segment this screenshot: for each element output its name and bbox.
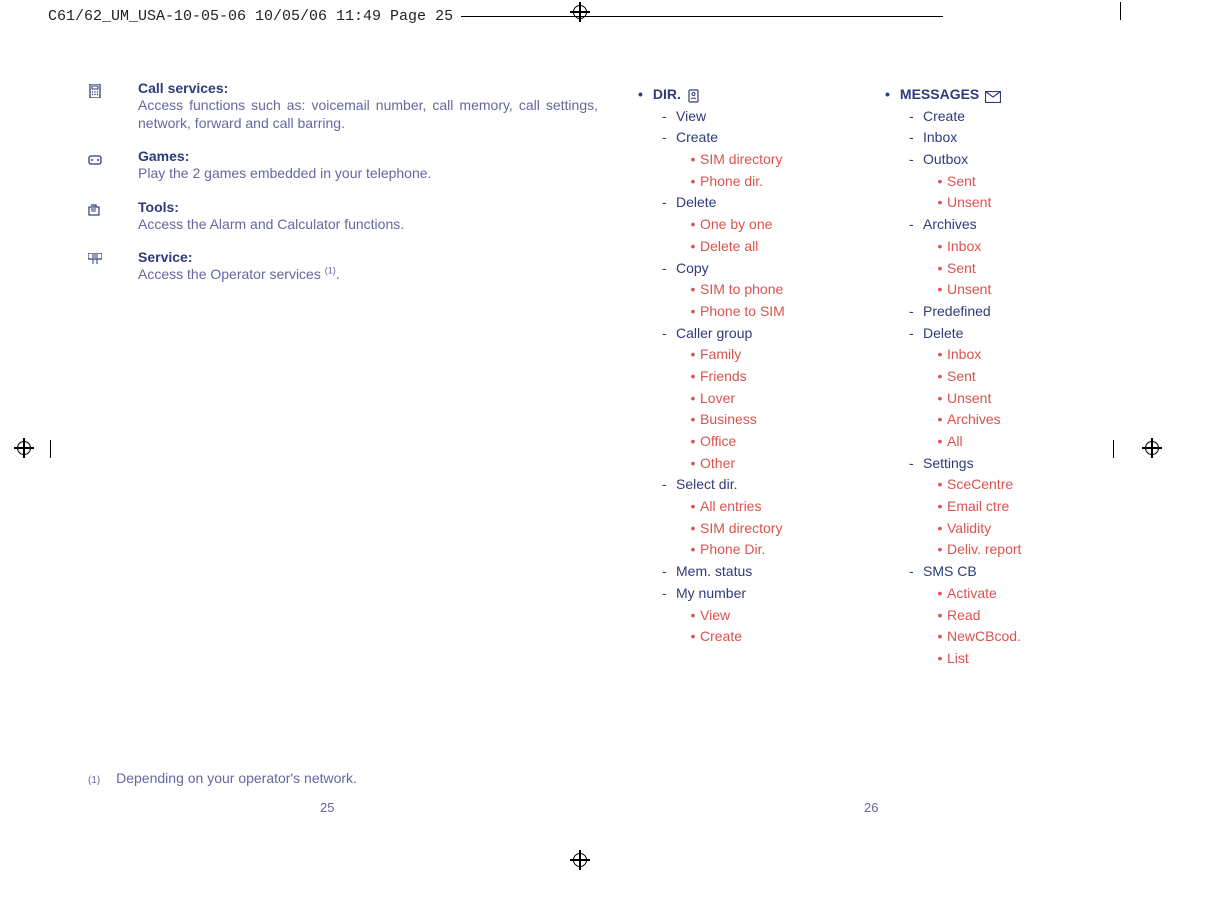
entry-title: Call services: bbox=[138, 80, 598, 96]
menu-subitem: •Unsent bbox=[885, 192, 1125, 214]
header-text: C61/62_UM_USA-10-05-06 10/05/06 11:49 Pa… bbox=[48, 8, 453, 25]
menu-subitem: •Archives bbox=[885, 409, 1125, 431]
menu-subitem: •Family bbox=[638, 344, 838, 366]
menu-subitem: •Validity bbox=[885, 518, 1125, 540]
menu-item: -Delete bbox=[885, 323, 1125, 345]
menu-subitem: •Inbox bbox=[885, 344, 1125, 366]
crop-mark-right-icon bbox=[1142, 438, 1162, 458]
footnote-marker: (1) bbox=[88, 775, 100, 786]
menu-subitem: •Phone to SIM bbox=[638, 301, 838, 323]
menu-title: • MESSAGES bbox=[885, 84, 1125, 106]
crop-tick-icon bbox=[50, 440, 51, 458]
menu-title-text: DIR. bbox=[653, 84, 681, 106]
menu-subitem: •Office bbox=[638, 431, 838, 453]
menu-item: -Archives bbox=[885, 214, 1125, 236]
menu-subitem: •All entries bbox=[638, 496, 838, 518]
menu-subitem: •Friends bbox=[638, 366, 838, 388]
entry-title: Service: bbox=[138, 249, 598, 265]
call-services-entry: Call services: Access functions such as:… bbox=[88, 80, 598, 132]
menu-item: -SMS CB bbox=[885, 561, 1125, 583]
menu-subitem: •NewCBcod. bbox=[885, 626, 1125, 648]
menu-subitem: •Phone Dir. bbox=[638, 539, 838, 561]
page-number-right: 26 bbox=[864, 800, 878, 815]
entry-desc: Access the Operator services (1). bbox=[138, 265, 598, 283]
bullet-icon: • bbox=[638, 84, 643, 106]
menu-subitem: •One by one bbox=[638, 214, 838, 236]
menu-item: -Select dir. bbox=[638, 474, 838, 496]
envelope-icon bbox=[985, 88, 999, 102]
footnote: (1) Depending on your operator's network… bbox=[88, 770, 357, 786]
menu-subitem: •List bbox=[885, 648, 1125, 670]
menu-subitem: •Unsent bbox=[885, 279, 1125, 301]
games-entry: Games: Play the 2 games embedded in your… bbox=[88, 148, 598, 182]
phone-ui-icon bbox=[88, 80, 116, 98]
menu-title: • DIR. bbox=[638, 84, 838, 106]
menu-subitem: •SIM to phone bbox=[638, 279, 838, 301]
menu-subitem: •Create bbox=[638, 626, 838, 648]
print-header: C61/62_UM_USA-10-05-06 10/05/06 11:49 Pa… bbox=[48, 8, 943, 25]
crop-mark-left-icon bbox=[14, 438, 34, 458]
page-number-left: 25 bbox=[320, 800, 334, 815]
crop-tick-top-right-icon bbox=[1120, 2, 1121, 20]
service-entry: Service: Access the Operator services (1… bbox=[88, 249, 598, 283]
left-column: Call services: Access functions such as:… bbox=[88, 80, 598, 299]
entry-title: Games: bbox=[138, 148, 598, 164]
menu-subitem: •Lover bbox=[638, 388, 838, 410]
menu-item: -Inbox bbox=[885, 127, 1125, 149]
menu-subitem: •Business bbox=[638, 409, 838, 431]
tools-entry: Tools: Access the Alarm and Calculator f… bbox=[88, 199, 598, 233]
menu-subitem: •Other bbox=[638, 453, 838, 475]
menu-item: -Caller group bbox=[638, 323, 838, 345]
menu-subitem: •Phone dir. bbox=[638, 171, 838, 193]
menu-item: -Create bbox=[638, 127, 838, 149]
menu-item: -Mem. status bbox=[638, 561, 838, 583]
messages-menu: •MESSAGES -Create-Inbox-Outbox•Sent•Unse… bbox=[885, 84, 1125, 670]
bullet-icon: • bbox=[885, 84, 890, 106]
menu-subitem: •All bbox=[885, 431, 1125, 453]
service-icon bbox=[88, 249, 116, 267]
footnote-text: Depending on your operator's network. bbox=[116, 770, 357, 786]
menu-item: -Delete bbox=[638, 192, 838, 214]
directory-icon bbox=[687, 88, 701, 102]
menu-item: -Copy bbox=[638, 258, 838, 280]
menu-subitem: •SIM directory bbox=[638, 518, 838, 540]
tools-icon bbox=[88, 199, 116, 217]
menu-subitem: •SceCentre bbox=[885, 474, 1125, 496]
menu-subitem: •Sent bbox=[885, 366, 1125, 388]
entry-title: Tools: bbox=[138, 199, 598, 215]
header-rule bbox=[461, 16, 943, 17]
menu-item: -View bbox=[638, 106, 838, 128]
menu-subitem: •Activate bbox=[885, 583, 1125, 605]
menu-item: -My number bbox=[638, 583, 838, 605]
menu-title-text: MESSAGES bbox=[900, 84, 979, 106]
menu-subitem: •SIM directory bbox=[638, 149, 838, 171]
menu-subitem: •View bbox=[638, 605, 838, 627]
menu-item: -Outbox bbox=[885, 149, 1125, 171]
entry-desc: Access functions such as: voicemail numb… bbox=[138, 96, 598, 132]
menu-subitem: •Read bbox=[885, 605, 1125, 627]
menu-item: -Settings bbox=[885, 453, 1125, 475]
menu-item: -Create bbox=[885, 106, 1125, 128]
dir-menu: •DIR. -View-Create•SIM directory•Phone d… bbox=[638, 84, 838, 648]
menu-subitem: •Inbox bbox=[885, 236, 1125, 258]
menu-subitem: •Unsent bbox=[885, 388, 1125, 410]
games-icon bbox=[88, 148, 116, 166]
menu-subitem: •Sent bbox=[885, 258, 1125, 280]
menu-item: -Predefined bbox=[885, 301, 1125, 323]
menu-subitem: •Email ctre bbox=[885, 496, 1125, 518]
crop-mark-bottom-center-icon bbox=[570, 850, 590, 870]
menu-subitem: •Sent bbox=[885, 171, 1125, 193]
menu-subitem: •Delete all bbox=[638, 236, 838, 258]
entry-desc: Access the Alarm and Calculator function… bbox=[138, 215, 598, 233]
crop-mark-top-center-icon bbox=[570, 2, 590, 22]
menu-subitem: •Deliv. report bbox=[885, 539, 1125, 561]
entry-desc: Play the 2 games embedded in your teleph… bbox=[138, 164, 598, 182]
